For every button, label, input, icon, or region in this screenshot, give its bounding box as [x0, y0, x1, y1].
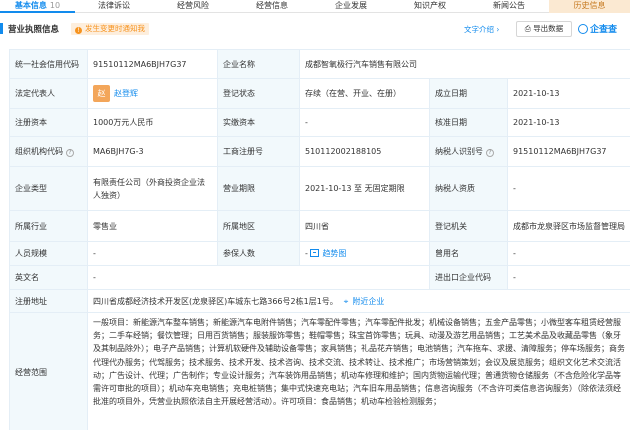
import-export-value: - [507, 265, 630, 290]
org-code-value: MA6BJH7G-3 [87, 136, 218, 167]
trend-chart-label: 趋势图 [322, 249, 347, 258]
biz-reg-no-value: 510112002188105 [299, 136, 430, 167]
taxpayer-id-label: 纳税人识别号? [429, 136, 508, 167]
export-icon: ⎙ [524, 24, 534, 33]
legal-rep-link[interactable]: 赵登辉 [114, 89, 138, 98]
reg-capital-label: 注册资本 [9, 108, 88, 137]
paid-capital-label: 实缴资本 [217, 108, 300, 137]
former-name-label: 曾用名 [429, 241, 508, 266]
insured-cell: - 趋势图 [299, 241, 430, 266]
qcc-logo: 企查查 [578, 22, 617, 35]
trend-chart-link[interactable]: 趋势图 [310, 249, 346, 258]
business-license-table: 统一社会信用代码 91510112MA6BJH7G37 企业名称 成都智氧极行汽… [9, 49, 630, 430]
legal-rep-label: 法定代表人 [9, 78, 88, 109]
tab-operation[interactable]: 经营信息 [233, 0, 311, 13]
former-name-value: - [507, 241, 630, 266]
help-icon[interactable]: ? [486, 149, 494, 157]
tab-news[interactable]: 新闻公告 [469, 0, 549, 13]
avatar: 赵 [93, 85, 110, 102]
help-icon[interactable]: ? [66, 149, 74, 157]
english-name-label: 英文名 [9, 265, 88, 290]
biz-term-value: 2021-10-13 至 无固定期限 [299, 166, 430, 211]
table-row: 所属行业 零售业 所属地区 四川省 登记机关 成都市龙泉驿区市场监督管理局 [9, 210, 630, 242]
region-value: 四川省 [299, 210, 430, 242]
company-type-value: 有限责任公司（外商投资企业法人独资） [87, 166, 218, 211]
bell-icon: ! [75, 27, 82, 34]
company-type-label: 企业类型 [9, 166, 88, 211]
biz-reg-no-label: 工商注册号 [217, 136, 300, 167]
tab-basic-info[interactable]: 基本信息 10 [0, 0, 75, 13]
staff-label: 人员规模 [9, 241, 88, 266]
org-code-label-text: 组织机构代码 [15, 147, 63, 156]
trend-chart-icon [310, 249, 320, 257]
section-header: 营业执照信息 ! 发生变更时通知我 文字介绍 › ⎙ 导出数据 企查查 [0, 17, 630, 43]
approval-date-value: 2021-10-13 [507, 108, 630, 137]
scope-value: 一般项目：新能源汽车整车销售；新能源汽车电附件销售；汽车零配件零售；汽车零配件批… [87, 312, 630, 430]
qcc-logo-icon [578, 24, 588, 34]
map-pin-icon: ⌖ [343, 296, 349, 306]
export-label: 导出数据 [533, 24, 564, 33]
industry-value: 零售业 [87, 210, 218, 242]
taxpayer-qual-label: 纳税人资质 [429, 166, 508, 211]
credit-code-label: 统一社会信用代码 [9, 49, 88, 79]
paid-capital-value: - [299, 108, 430, 137]
tab-count: 10 [49, 1, 61, 10]
region-label: 所属地区 [217, 210, 300, 242]
address-cell: 四川省成都经济技术开发区(龙泉驿区)车城东七路366号2栋1层1号。 ⌖ 附近企业 [87, 289, 630, 313]
company-name-value: 成都智氧极行汽车销售有限公司 [299, 49, 630, 79]
table-row: 组织机构代码? MA6BJH7G-3 工商注册号 510112002188105… [9, 136, 630, 167]
insured-value: - [305, 249, 308, 258]
company-name-label: 企业名称 [217, 49, 300, 79]
table-row: 企业类型 有限责任公司（外商投资企业法人独资） 营业期限 2021-10-13 … [9, 166, 630, 211]
staff-value: - [87, 241, 218, 266]
industry-label: 所属行业 [9, 210, 88, 242]
table-row: 注册地址 四川省成都经济技术开发区(龙泉驿区)车城东七路366号2栋1层1号。 ⌖… [9, 289, 630, 313]
change-notify-label: 发生变更时通知我 [85, 24, 145, 33]
nearby-companies-link[interactable]: 附近企业 [352, 297, 384, 306]
table-row: 统一社会信用代码 91510112MA6BJH7G37 企业名称 成都智氧极行汽… [9, 49, 630, 79]
tab-risk[interactable]: 经营风险 [153, 0, 233, 13]
taxpayer-qual-value: - [507, 166, 630, 211]
reg-status-label: 登记状态 [217, 78, 300, 109]
import-export-label: 进出口企业代码 [429, 265, 508, 290]
tab-history[interactable]: 历史信息 [549, 0, 630, 13]
approval-date-label: 核准日期 [429, 108, 508, 137]
established-label: 成立日期 [429, 78, 508, 109]
credit-code-value: 91510112MA6BJH7G37 [87, 49, 218, 79]
authority-label: 登记机关 [429, 210, 508, 242]
export-button[interactable]: ⎙ 导出数据 [516, 21, 572, 37]
taxpayer-id-value: 91510112MA6BJH7G37 [507, 136, 630, 167]
table-row: 英文名 - 进出口企业代码 - [9, 265, 630, 290]
authority-value: 成都市龙泉驿区市场监督管理局 [507, 210, 630, 242]
top-tab-bar: 基本信息 10 法律诉讼 经营风险 经营信息 企业发展 知识产权 新闻公告 历史信… [0, 0, 630, 13]
scope-label: 经营范围 [9, 312, 88, 430]
insured-label: 参保人数 [217, 241, 300, 266]
tab-development[interactable]: 企业发展 [311, 0, 391, 13]
table-row: 法定代表人 赵赵登辉 登记状态 存续（在营、开业、在册） 成立日期 2021-1… [9, 78, 630, 109]
tab-label: 基本信息 [14, 1, 47, 10]
reg-capital-value: 1000万元人民币 [87, 108, 218, 137]
tab-ip[interactable]: 知识产权 [391, 0, 469, 13]
legal-rep-cell: 赵赵登辉 [87, 78, 218, 109]
tab-legal[interactable]: 法律诉讼 [75, 0, 153, 13]
biz-term-label: 营业期限 [217, 166, 300, 211]
table-row: 经营范围 一般项目：新能源汽车整车销售；新能源汽车电附件销售；汽车零配件零售；汽… [9, 312, 630, 430]
address-value: 四川省成都经济技术开发区(龙泉驿区)车城东七路366号2栋1层1号。 [93, 296, 338, 306]
table-row: 人员规模 - 参保人数 - 趋势图 曾用名 - [9, 241, 630, 266]
org-code-label: 组织机构代码? [9, 136, 88, 167]
section-title: 营业执照信息 [0, 23, 60, 35]
english-name-value: - [87, 265, 430, 290]
address-label: 注册地址 [9, 289, 88, 313]
taxpayer-id-label-text: 纳税人识别号 [435, 147, 483, 156]
change-notify-button[interactable]: ! 发生变更时通知我 [71, 23, 149, 35]
reg-status-value: 存续（在营、开业、在册） [299, 78, 430, 109]
table-row: 注册资本 1000万元人民币 实缴资本 - 核准日期 2021-10-13 [9, 108, 630, 137]
qcc-logo-text: 企查查 [590, 25, 618, 35]
text-intro-link[interactable]: 文字介绍 › [464, 24, 499, 35]
established-value: 2021-10-13 [507, 78, 630, 109]
